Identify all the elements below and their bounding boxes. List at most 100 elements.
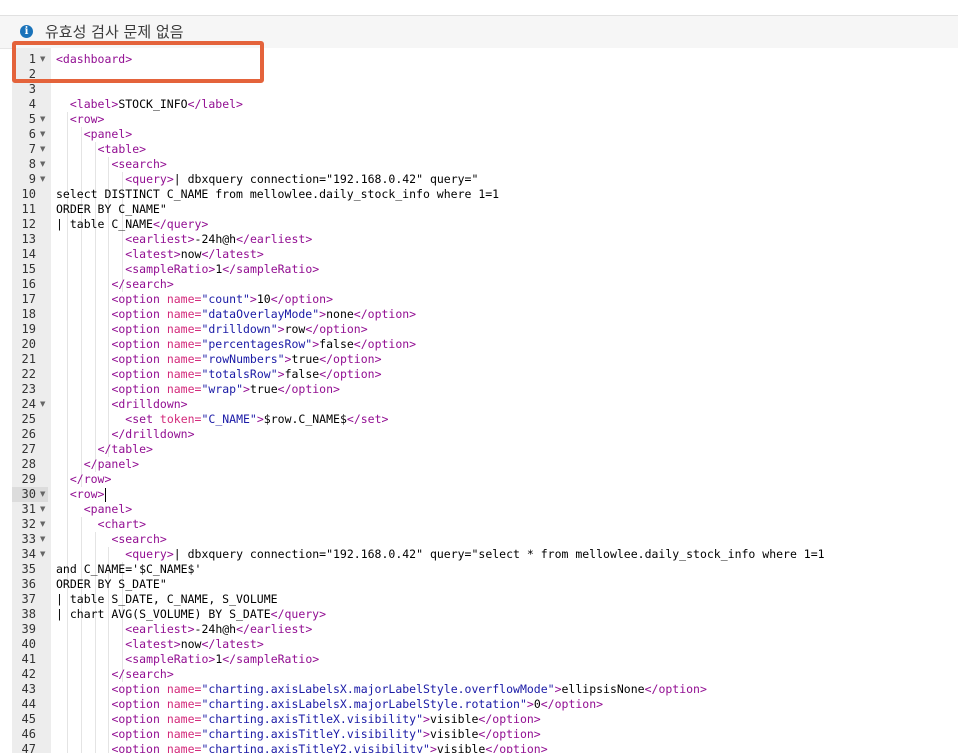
code-token: visible xyxy=(429,727,479,741)
code-line[interactable]: 37 | table S_DATE, C_NAME, S_VOLUME xyxy=(12,592,958,607)
code-text: <sampleRatio>1</sampleRatio> xyxy=(125,262,319,277)
code-text: <option name="charting.axisLabelsX.major… xyxy=(111,697,603,712)
code-token: | dbxquery connection="192.168.0.42" que… xyxy=(173,547,825,561)
code-token: name= xyxy=(166,307,202,321)
code-line[interactable]: 13 <earliest>-24h@h</earliest> xyxy=(12,232,958,247)
code-line[interactable]: 42 </search> xyxy=(12,667,958,682)
code-token: "charting.axisLabelsX.majorLabelStyle.ov… xyxy=(201,682,555,696)
code-token: and C_NAME='$C_NAME$' xyxy=(56,562,202,576)
code-line[interactable]: 10 select DISTINCT C_NAME from mellowlee.… xyxy=(12,187,958,202)
code-line[interactable]: 41 <sampleRatio>1</sampleRatio> xyxy=(12,652,958,667)
code-line[interactable]: 20 <option name="percentagesRow">false</o… xyxy=(12,337,958,352)
fold-arrow-icon[interactable]: ▼ xyxy=(40,112,50,127)
code-line[interactable]: 24 ▼ <drilldown> xyxy=(12,397,958,412)
fold-arrow-icon[interactable]: ▼ xyxy=(40,532,50,547)
fold-arrow-icon[interactable]: ▼ xyxy=(40,502,50,517)
code-line[interactable]: 15 <sampleRatio>1</sampleRatio> xyxy=(12,262,958,277)
fold-arrow-icon[interactable]: ▼ xyxy=(40,157,50,172)
code-text: <option name="percentagesRow">false</opt… xyxy=(111,337,416,352)
code-line[interactable]: 3 xyxy=(12,82,958,97)
fold-arrow-icon[interactable]: ▼ xyxy=(40,547,50,562)
code-line[interactable]: 9 ▼ <query>| dbxquery connection="192.168.… xyxy=(12,172,958,187)
code-token: </option> xyxy=(305,322,368,336)
code-line[interactable]: 36 ORDER BY S_DATE" xyxy=(12,577,958,592)
code-line[interactable]: 11 ORDER BY C_NAME" xyxy=(12,202,958,217)
code-line[interactable]: 38 | chart AVG(S_VOLUME) BY S_DATE</query… xyxy=(12,607,958,622)
code-line[interactable]: 28 </panel> xyxy=(12,457,958,472)
code-line[interactable]: 5 ▼ <row> xyxy=(12,112,958,127)
code-line[interactable]: 44 <option name="charting.axisLabelsX.maj… xyxy=(12,697,958,712)
code-token: <earliest> xyxy=(125,232,195,246)
fold-arrow-icon[interactable]: ▼ xyxy=(40,127,50,142)
code-line[interactable]: 19 <option name="drilldown">row</option> xyxy=(12,322,958,337)
code-line[interactable]: 16 </search> xyxy=(12,277,958,292)
code-text: <latest>now</latest> xyxy=(125,637,263,652)
line-number: 19 xyxy=(21,322,36,336)
code-line[interactable]: 35 and C_NAME='$C_NAME$' xyxy=(12,562,958,577)
line-number: 45 xyxy=(21,712,36,726)
line-number: 38 xyxy=(21,607,36,621)
code-line[interactable]: 25 <set token="C_NAME">$row.C_NAME$</set> xyxy=(12,412,958,427)
code-line[interactable]: 27 </table> xyxy=(12,442,958,457)
code-token: <table> xyxy=(97,142,147,156)
code-line[interactable]: 26 </drilldown> xyxy=(12,427,958,442)
code-token: true xyxy=(249,382,278,396)
code-token: </option> xyxy=(353,337,417,351)
code-token: token= xyxy=(159,412,202,426)
fold-arrow-icon[interactable]: ▼ xyxy=(40,517,50,532)
code-token: </latest> xyxy=(201,247,264,261)
code-token: </option> xyxy=(644,682,707,696)
code-line[interactable]: 29 </row> xyxy=(12,472,958,487)
code-line[interactable]: 46 <option name="charting.axisTitleY.visi… xyxy=(12,727,958,742)
code-editor[interactable]: 1 ▼ <dashboard> 2 3 4 <label>STOCK_INFO</label… xyxy=(12,48,958,753)
code-line[interactable]: 6 ▼ <panel> xyxy=(12,127,958,142)
fold-arrow-icon[interactable]: ▼ xyxy=(40,172,50,187)
code-text: <option name="wrap">true</option> xyxy=(111,382,340,397)
fold-arrow-icon[interactable]: ▼ xyxy=(40,487,50,502)
code-token: <drilldown> xyxy=(111,397,188,411)
code-text: <option name="totalsRow">false</option> xyxy=(111,367,381,382)
code-line[interactable]: 34 ▼ <query>| dbxquery connection="192.168… xyxy=(12,547,958,562)
code-line[interactable]: 18 <option name="dataOverlayMode">none</o… xyxy=(12,307,958,322)
code-line[interactable]: 30 ▼ <row> xyxy=(12,487,958,502)
code-token: "charting.axisTitleX.visibility" xyxy=(201,712,424,726)
code-line[interactable]: 21 <option name="rowNumbers">true</option… xyxy=(12,352,958,367)
line-number: 22 xyxy=(21,367,36,381)
code-line[interactable]: 17 <option name="count">10</option> xyxy=(12,292,958,307)
code-token: > xyxy=(277,367,285,381)
line-number: 14 xyxy=(21,247,36,261)
code-line[interactable]: 43 <option name="charting.axisLabelsX.maj… xyxy=(12,682,958,697)
fold-arrow-icon[interactable]: ▼ xyxy=(40,397,50,412)
code-token: </option> xyxy=(485,742,548,753)
code-token: | dbxquery connection="192.168.0.42" que… xyxy=(173,172,479,186)
code-line[interactable]: 45 <option name="charting.axisTitleX.visi… xyxy=(12,712,958,727)
code-text: <sampleRatio>1</sampleRatio> xyxy=(125,652,319,667)
code-token: > xyxy=(429,742,437,753)
code-text: </search> xyxy=(111,277,173,292)
code-line[interactable]: 40 <latest>now</latest> xyxy=(12,637,958,652)
code-line[interactable]: 22 <option name="totalsRow">false</option… xyxy=(12,367,958,382)
code-text: | chart AVG(S_VOLUME) BY S_DATE</query> xyxy=(56,607,326,622)
code-token: ellipsisNone xyxy=(561,682,645,696)
code-line[interactable]: 33 ▼ <search> xyxy=(12,532,958,547)
fold-arrow-icon[interactable]: ▼ xyxy=(40,142,50,157)
code-line[interactable]: 12 | table C_NAME</query> xyxy=(12,217,958,232)
code-token: > xyxy=(423,727,430,741)
code-token: > xyxy=(423,712,430,726)
code-line[interactable]: 47 <option name="charting.axisTitleY2.vis… xyxy=(12,742,958,753)
code-line[interactable]: 7 ▼ <table> xyxy=(12,142,958,157)
code-line[interactable]: 32 ▼ <chart> xyxy=(12,517,958,532)
code-line[interactable]: 23 <option name="wrap">true</option> xyxy=(12,382,958,397)
code-token: </panel> xyxy=(83,457,140,471)
code-token: row xyxy=(284,322,306,336)
code-token: > xyxy=(256,412,264,426)
code-line[interactable]: 31 ▼ <panel> xyxy=(12,502,958,517)
code-line[interactable]: 8 ▼ <search> xyxy=(12,157,958,172)
code-line[interactable]: 39 <earliest>-24h@h</earliest> xyxy=(12,622,958,637)
line-number: 28 xyxy=(21,457,36,471)
code-token: <option xyxy=(111,307,167,321)
code-line[interactable]: 4 <label>STOCK_INFO</label> xyxy=(12,97,958,112)
code-line[interactable]: 14 <latest>now</latest> xyxy=(12,247,958,262)
code-token: <option xyxy=(111,682,167,696)
code-token: </sampleRatio> xyxy=(222,262,320,276)
